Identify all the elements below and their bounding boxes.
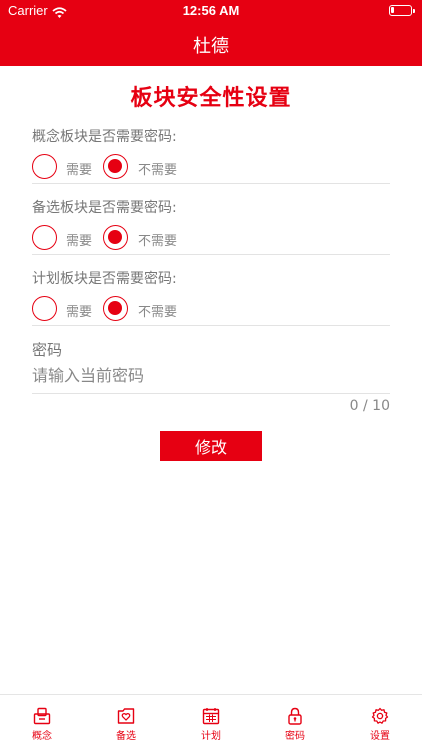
tab-plan[interactable]: 计划: [169, 701, 253, 747]
concept-password-section: 概念板块是否需要密码: 需要 不需要: [32, 126, 390, 186]
heart-box-icon: [117, 708, 135, 724]
tab-label: 计划: [201, 731, 221, 742]
tab-label: 密码: [285, 731, 305, 742]
backup-password-section: 备选板块是否需要密码: 需要 不需要: [32, 197, 390, 257]
battery-icon: [389, 5, 415, 16]
radio-no-need-label[interactable]: 不需要: [138, 230, 177, 249]
radio-group: 需要 不需要: [32, 296, 390, 322]
nav-bar: 杜德: [0, 22, 422, 66]
radio-group: 需要 不需要: [32, 154, 390, 180]
radio-group: 需要 不需要: [32, 225, 390, 251]
radio-need[interactable]: [32, 225, 57, 250]
concept-box-icon: [33, 707, 51, 725]
page-title: 板块安全性设置: [130, 86, 292, 111]
radio-no-need[interactable]: [103, 154, 128, 179]
section-question: 备选板块是否需要密码:: [32, 200, 177, 216]
radio-no-need[interactable]: [103, 225, 128, 250]
tab-label: 备选: [116, 731, 136, 742]
section-question: 计划板块是否需要密码:: [32, 271, 177, 287]
radio-need-label[interactable]: 需要: [66, 230, 92, 249]
status-time: 12:56 AM: [182, 3, 240, 18]
calendar-icon: [202, 708, 220, 725]
tab-label: 概念: [32, 731, 52, 742]
tab-label: 设置: [370, 731, 390, 742]
divider: [32, 183, 390, 184]
battery-level: [391, 7, 394, 13]
lock-icon: [288, 707, 302, 725]
gear-icon: [371, 707, 389, 724]
radio-no-need[interactable]: [103, 296, 128, 321]
section-question: 概念板块是否需要密码:: [32, 129, 177, 145]
divider: [32, 254, 390, 255]
radio-no-need-label[interactable]: 不需要: [138, 159, 177, 178]
plan-password-section: 计划板块是否需要密码: 需要 不需要: [32, 268, 390, 328]
password-divider: [32, 393, 390, 394]
tab-settings[interactable]: 设置: [338, 701, 422, 747]
radio-need-label[interactable]: 需要: [66, 159, 92, 178]
password-char-counter: 0 / 10: [349, 398, 390, 414]
tab-password[interactable]: 密码: [253, 701, 337, 747]
radio-need-label[interactable]: 需要: [66, 301, 92, 320]
tab-bar: 概念 备选 计划 密码 设置: [0, 694, 422, 750]
password-input[interactable]: [32, 362, 372, 388]
nav-title: 杜德: [193, 36, 229, 57]
radio-need[interactable]: [32, 296, 57, 321]
radio-no-need-label[interactable]: 不需要: [138, 301, 177, 320]
modify-button[interactable]: 修改: [160, 431, 262, 461]
tab-concept[interactable]: 概念: [0, 701, 84, 747]
password-label: 密码: [32, 341, 63, 359]
divider: [32, 325, 390, 326]
status-bar: Carrier 12:56 AM: [0, 0, 422, 22]
radio-need[interactable]: [32, 154, 57, 179]
tab-backup[interactable]: 备选: [84, 701, 168, 747]
